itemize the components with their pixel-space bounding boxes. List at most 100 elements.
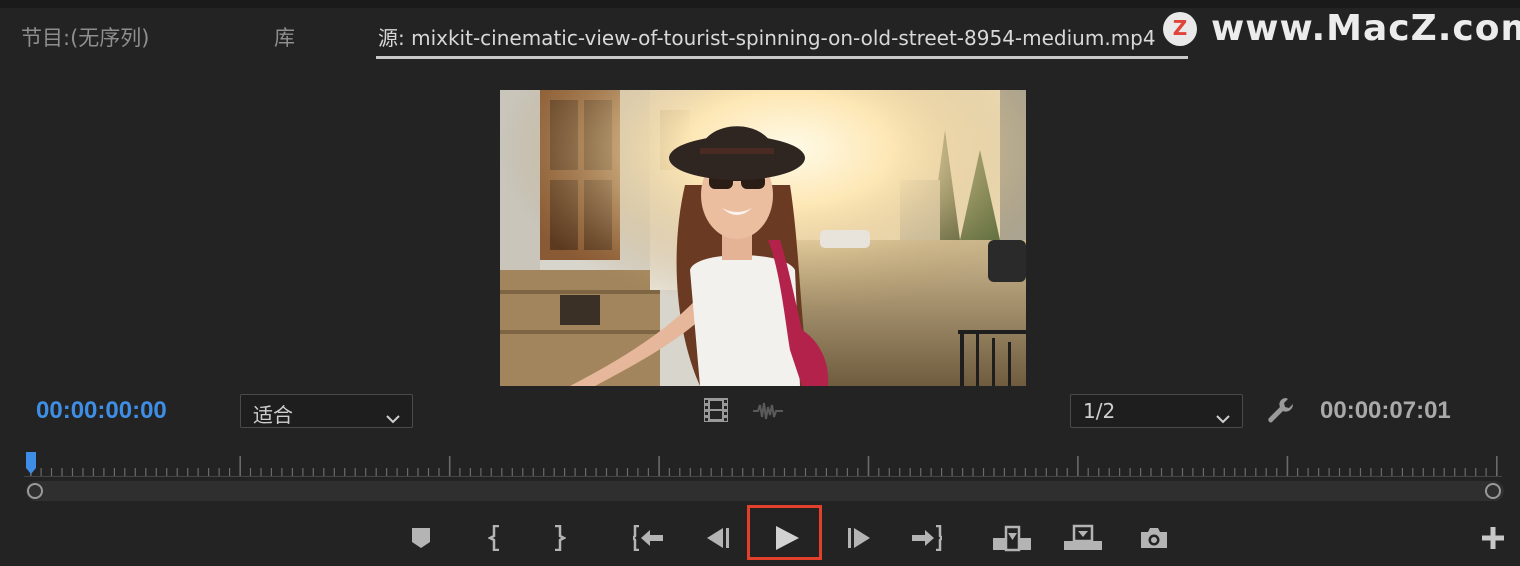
ruler-minor-tick [354,468,356,476]
plus-icon [1482,527,1504,553]
step-forward-button[interactable] [839,520,879,560]
go-to-out-icon [910,524,944,555]
ruler-minor-tick [1307,468,1309,476]
play-button[interactable] [767,520,807,560]
ruler-minor-tick [836,468,838,476]
step-back-button[interactable] [698,520,738,560]
ruler-major-tick [1077,456,1079,476]
ruler-minor-tick [1202,468,1204,476]
ruler-minor-tick [270,468,272,476]
ruler-minor-tick [1433,468,1435,476]
audio-waveform-icon[interactable] [752,401,784,425]
ruler-minor-tick [1475,468,1477,476]
overwrite-button[interactable] [1063,520,1103,560]
time-ruler[interactable] [24,452,1502,478]
ruler-minor-tick [511,468,513,476]
ruler-minor-tick [1045,468,1047,476]
zoom-select[interactable]: 适合 [240,394,413,428]
watermark-logo: Z [1163,12,1197,46]
ruler-minor-tick [396,468,398,476]
ruler-minor-tick [605,468,608,476]
ruler-minor-tick [469,468,471,476]
add-marker-button[interactable] [401,520,441,560]
ruler-minor-tick [982,468,985,476]
ruler-minor-tick [176,468,178,476]
ruler-minor-tick [825,468,827,476]
active-tab-underline [376,56,1188,59]
ruler-minor-tick [365,468,367,476]
ruler-minor-tick [438,468,440,476]
ruler-minor-tick [1454,468,1456,476]
ruler-minor-tick [229,468,231,476]
ruler-minor-tick [1087,468,1089,476]
ruler-minor-tick [113,468,115,476]
go-to-in-button[interactable] [629,520,669,560]
ruler-minor-tick [1359,468,1362,476]
ruler-minor-tick [427,468,430,476]
ruler-minor-tick [553,468,555,476]
ruler-minor-tick [742,468,744,476]
ruler-minor-tick [386,468,388,476]
current-timecode[interactable]: 00:00:00:00 [36,397,167,425]
zoom-scrollbar[interactable] [26,481,1504,501]
ruler-minor-tick [846,468,848,476]
play-icon [774,525,800,555]
ruler-minor-tick [1035,468,1037,476]
ruler-minor-tick [1234,468,1236,476]
ruler-minor-tick [647,468,649,476]
ruler-minor-tick [82,468,84,476]
ruler-major-tick [239,456,241,476]
ruler-minor-tick [312,468,314,476]
zoom-select-value: 适合 [253,403,293,427]
ruler-minor-tick [689,468,691,476]
ruler-minor-tick [1328,468,1330,476]
ruler-minor-tick [909,468,911,476]
ruler-minor-tick [564,468,566,476]
go-to-in-icon [631,524,665,555]
playhead[interactable] [26,452,36,474]
film-icon[interactable] [703,397,729,427]
ruler-minor-tick [1401,468,1403,476]
ruler-minor-tick [1464,468,1466,476]
mark-in-button[interactable] [475,520,515,560]
ruler-minor-tick [1265,468,1267,476]
insert-icon [992,524,1032,556]
tab-program[interactable]: 节目:(无序列) [21,22,149,52]
ruler-major-tick [867,456,870,476]
video-preview[interactable] [500,90,1026,386]
mark-out-button[interactable] [539,520,579,560]
ruler-minor-tick [208,468,210,476]
ruler-minor-tick [1192,468,1194,476]
ruler-minor-tick [501,468,503,476]
ruler-minor-tick [1338,468,1341,476]
ruler-minor-tick [50,468,53,476]
scrollbar-right-handle[interactable] [1485,483,1501,499]
go-to-out-button[interactable] [906,520,946,560]
ruler-minor-tick [260,468,262,476]
ruler-minor-tick [1370,468,1372,476]
ruler-minor-tick [993,468,995,476]
ruler-minor-tick [951,468,953,476]
ruler-minor-tick [1119,468,1121,476]
ruler-minor-tick [302,468,304,476]
tab-library[interactable]: 库 [274,22,295,52]
ruler-minor-tick [804,468,807,476]
scrollbar-left-handle[interactable] [27,483,43,499]
marker-icon [411,527,431,553]
export-frame-button[interactable] [1134,520,1174,560]
playback-resolution-select[interactable]: 1/2 [1070,394,1243,428]
ruler-minor-tick [145,468,147,476]
ruler-major-tick [1286,456,1289,476]
camera-icon [1139,526,1169,554]
panel-top-strip [0,0,1520,8]
add-button[interactable] [1473,520,1513,560]
ruler-minor-tick [930,468,932,476]
wrench-icon[interactable] [1266,396,1296,430]
ruler-minor-tick [616,468,618,476]
ruler-minor-tick [574,468,576,476]
ruler-minor-tick [1171,468,1173,476]
ruler-minor-tick [1276,468,1278,476]
insert-button[interactable] [992,520,1032,560]
tab-source[interactable]: 源: mixkit-cinematic-view-of-tourist-spin… [378,22,1156,51]
ruler-minor-tick [532,468,534,476]
